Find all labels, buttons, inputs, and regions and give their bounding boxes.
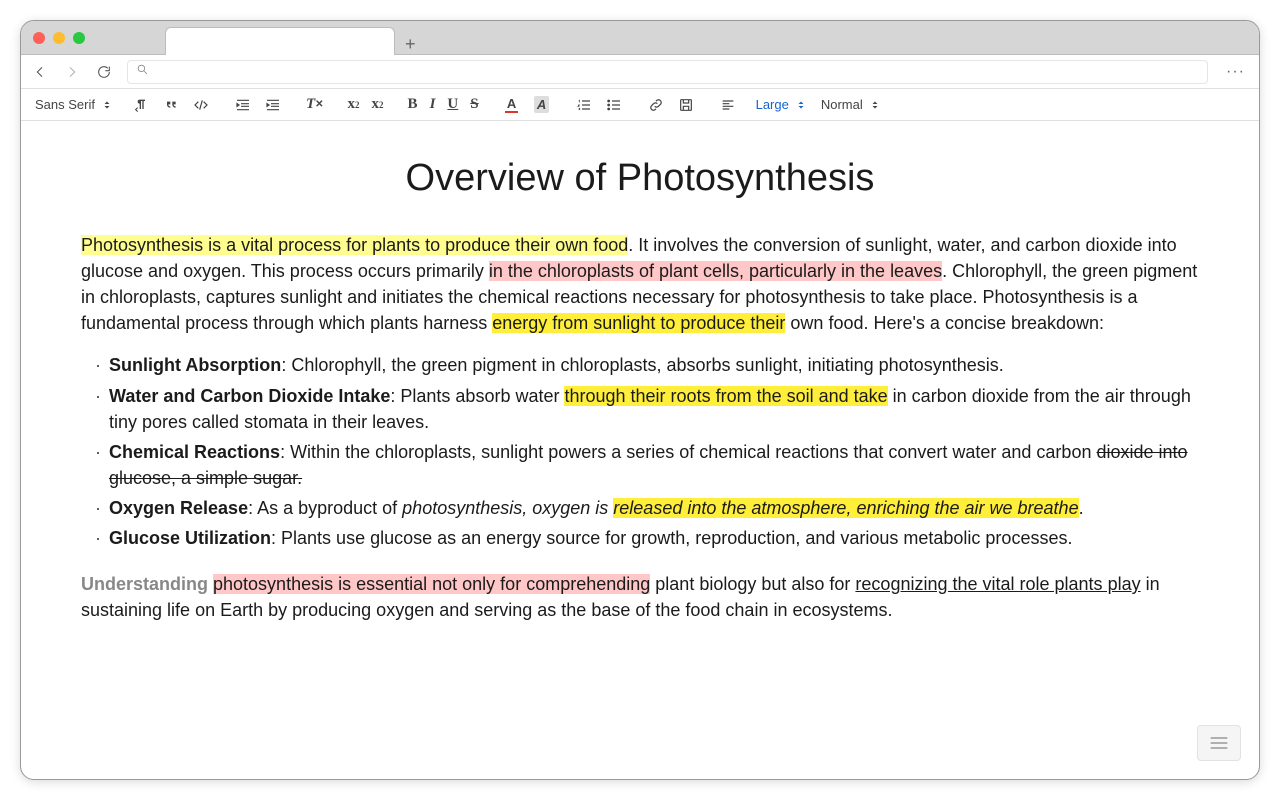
browser-window: + ··· Sans Serif [20, 20, 1260, 780]
highlight-span: energy from sunlight to produce their [492, 313, 785, 333]
italic-button[interactable]: I [427, 93, 439, 117]
bold-button[interactable]: B [405, 93, 421, 117]
clear-format-button[interactable]: T✕ [303, 93, 327, 117]
align-button[interactable] [716, 93, 740, 117]
url-bar[interactable] [127, 60, 1208, 84]
hamburger-icon [1209, 736, 1229, 750]
highlight-span: through their roots from the soil and ta… [564, 386, 887, 406]
save-button[interactable] [674, 93, 698, 117]
highlight-color-button[interactable]: A [530, 93, 554, 117]
list-item: Oxygen Release: As a byproduct of photos… [109, 493, 1199, 523]
chevron-up-down-icon [869, 99, 881, 111]
back-button[interactable] [31, 63, 49, 81]
closing-paragraph: Understanding photosynthesis is essentia… [81, 571, 1199, 623]
highlight-span: Photosynthesis is a vital process for pl… [81, 235, 628, 255]
editor-toolbar: Sans Serif T✕ x2 x2 B I U S A A [21, 89, 1259, 121]
heading-label: Normal [821, 97, 863, 112]
bullet-list-button[interactable] [602, 93, 626, 117]
reload-button[interactable] [95, 63, 113, 81]
titlebar: + [21, 21, 1259, 55]
strike-button[interactable]: S [467, 93, 481, 117]
new-tab-button[interactable]: + [405, 34, 416, 54]
heading-picker[interactable]: Normal [817, 95, 885, 114]
underline-button[interactable]: U [444, 93, 461, 117]
outdent-button[interactable] [231, 93, 255, 117]
breakdown-list: Sunlight Absorption: Chlorophyll, the gr… [81, 350, 1199, 553]
link-button[interactable] [644, 93, 668, 117]
blockquote-button[interactable] [159, 93, 183, 117]
highlight-span: photosynthesis is essential not only for… [213, 574, 650, 594]
font-family-picker[interactable]: Sans Serif [31, 95, 117, 114]
page-title: Overview of Photosynthesis [81, 151, 1199, 206]
more-menu-button[interactable]: ··· [1222, 63, 1249, 81]
text-direction-button[interactable] [129, 93, 153, 117]
maximize-window-button[interactable] [73, 32, 85, 44]
font-size-label: Large [756, 97, 789, 112]
highlight-span: released into the atmosphere, enriching … [613, 498, 1078, 518]
indent-button[interactable] [261, 93, 285, 117]
font-family-label: Sans Serif [35, 97, 95, 112]
list-item: Water and Carbon Dioxide Intake: Plants … [109, 381, 1199, 437]
forward-button[interactable] [63, 63, 81, 81]
underline-span: recognizing the vital role plants play [855, 574, 1140, 594]
close-window-button[interactable] [33, 32, 45, 44]
search-icon [136, 63, 149, 81]
list-item: Glucose Utilization: Plants use glucose … [109, 523, 1199, 553]
superscript-button[interactable]: x2 [369, 93, 387, 117]
editor-content[interactable]: Overview of Photosynthesis Photosynthesi… [21, 121, 1259, 779]
subscript-button[interactable]: x2 [345, 93, 363, 117]
list-item: Chemical Reactions: Within the chloropla… [109, 437, 1199, 493]
tabstrip: + [165, 21, 416, 54]
minimize-window-button[interactable] [53, 32, 65, 44]
navbar: ··· [21, 55, 1259, 89]
highlight-span: in the chloroplasts of plant cells, part… [489, 261, 942, 281]
menu-toggle-button[interactable] [1197, 725, 1241, 761]
ordered-list-button[interactable] [572, 93, 596, 117]
text-color-button[interactable]: A [500, 93, 524, 117]
chevron-up-down-icon [101, 99, 113, 111]
chevron-up-down-icon [795, 99, 807, 111]
window-controls [33, 32, 85, 44]
list-item: Sunlight Absorption: Chlorophyll, the gr… [109, 350, 1199, 380]
browser-tab[interactable] [165, 27, 395, 55]
font-size-picker[interactable]: Large [752, 95, 811, 114]
intro-paragraph: Photosynthesis is a vital process for pl… [81, 232, 1199, 336]
code-block-button[interactable] [189, 93, 213, 117]
